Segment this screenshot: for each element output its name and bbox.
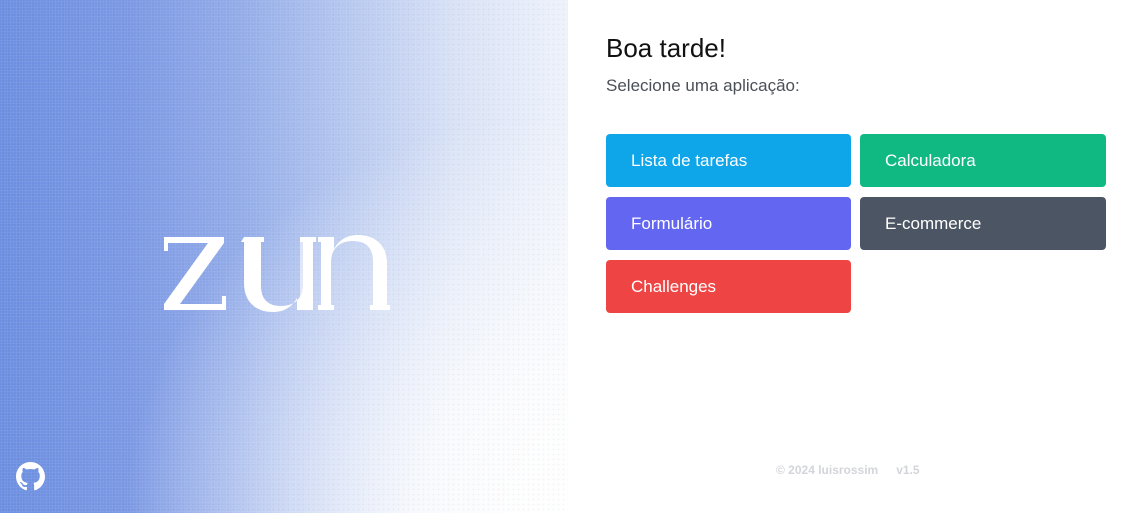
form-label: Formulário	[631, 213, 713, 233]
app-buttons-grid: Lista de tarefas Calculadora Formulário …	[606, 134, 1106, 313]
todo-list-button[interactable]: Lista de tarefas	[606, 134, 851, 187]
ecommerce-label: E-commerce	[885, 213, 982, 233]
todo-list-label: Lista de tarefas	[631, 150, 748, 170]
calculator-button[interactable]: Calculadora	[860, 134, 1106, 187]
challenges-label: Challenges	[631, 276, 717, 296]
select-app-subtitle: Selecione uma aplicação:	[606, 76, 800, 95]
zun-logo	[164, 235, 390, 312]
version-text: v1.5	[896, 463, 920, 477]
hero-panel	[0, 0, 568, 513]
copyright-text: © 2024 luisrossim	[776, 463, 879, 477]
github-icon[interactable]	[16, 462, 45, 491]
challenges-button[interactable]: Challenges	[606, 260, 851, 313]
greeting-title: Boa tarde!	[606, 33, 726, 63]
form-button[interactable]: Formulário	[606, 197, 851, 250]
calculator-label: Calculadora	[885, 150, 976, 170]
footer: © 2024 luisrossim v1.5	[776, 463, 920, 477]
ecommerce-button[interactable]: E-commerce	[860, 197, 1106, 250]
